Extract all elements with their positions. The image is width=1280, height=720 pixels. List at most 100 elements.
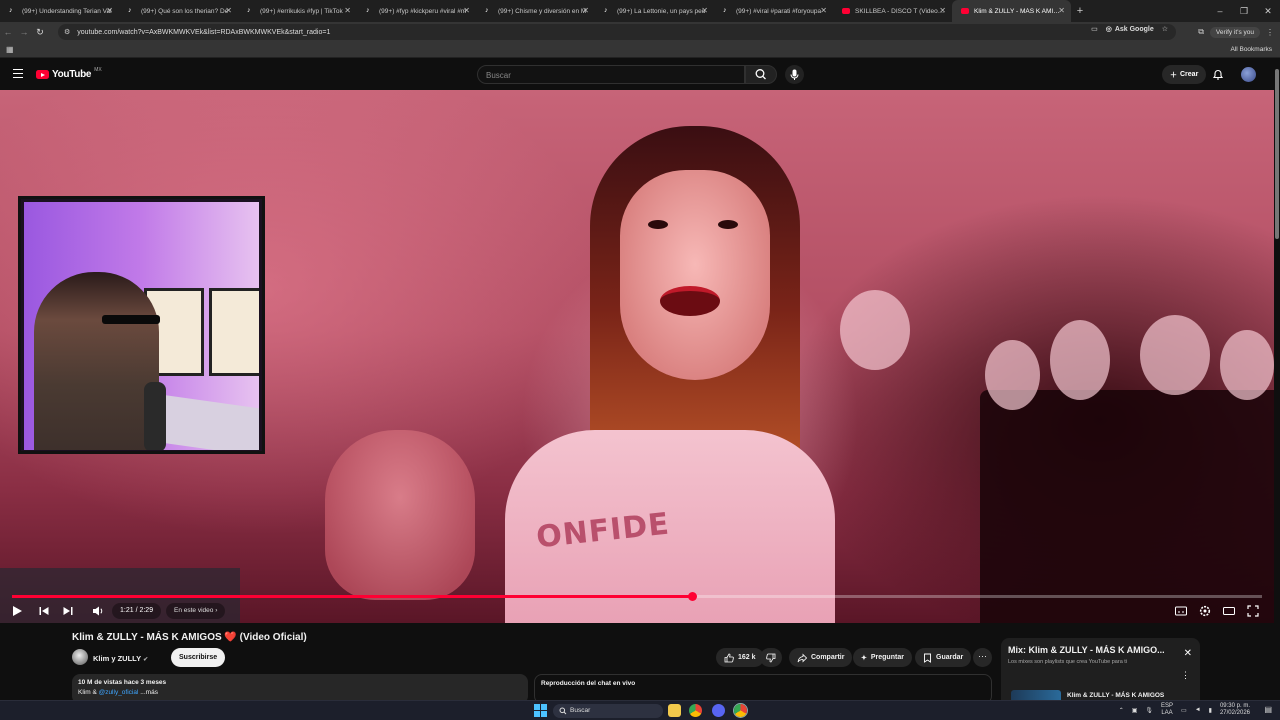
browser-tab[interactable]: Klim & ZULLY - MÁS K AMIGOS ✕ <box>952 0 1071 22</box>
reload-icon[interactable]: ↻ <box>32 27 48 38</box>
browser-tab[interactable]: ♪ (99+) #viral #parati #foryoupa ✕ <box>714 0 833 22</box>
next-icon[interactable] <box>61 604 75 618</box>
browser-tab[interactable]: ♪ (99+) Understanding Terian Val ✕ <box>0 0 119 22</box>
play-icon[interactable] <box>10 604 24 618</box>
bookmark-icon <box>924 653 931 663</box>
menu-kebab-icon[interactable]: ⋮ <box>1266 28 1274 37</box>
chapter-button[interactable]: En este video › <box>166 603 226 619</box>
tab-close-icon[interactable]: ✕ <box>463 6 470 15</box>
discord-icon[interactable] <box>712 704 725 717</box>
browser-tab[interactable]: SKILLBEA - DISCO T (Video Ofi ✕ <box>833 0 952 22</box>
browser-tab[interactable]: ♪ (99+) Chisme y diversión en M ✕ <box>476 0 595 22</box>
tab-close-icon[interactable]: ✕ <box>820 6 827 15</box>
tiktok-favicon-icon: ♪ <box>604 7 608 14</box>
settings-gear-icon[interactable] <box>1198 604 1212 618</box>
microphone-icon[interactable]: 🎙 <box>1145 707 1153 714</box>
tab-close-icon[interactable]: ✕ <box>582 6 589 15</box>
account-avatar[interactable] <box>1241 67 1256 82</box>
show-more-link[interactable]: ...más <box>140 689 158 696</box>
view-stats: 10 M de vistas hace 3 meses <box>78 679 167 686</box>
file-explorer-icon[interactable] <box>668 704 681 717</box>
clock[interactable]: 09:30 p. m. 27/02/2026 <box>1220 703 1250 717</box>
back-icon[interactable]: ← <box>0 27 16 37</box>
browser-tab[interactable]: ♪ (99+) #fyp #kickperu #viral #m ✕ <box>357 0 476 22</box>
studio-microphone <box>144 382 166 450</box>
browser-tab[interactable]: ♪ (99+) Qué son los therian? De ✕ <box>119 0 238 22</box>
tab-close-icon[interactable]: ✕ <box>106 6 113 15</box>
new-tab-icon[interactable]: + <box>1071 5 1089 17</box>
previous-icon[interactable] <box>37 604 51 618</box>
maximize-icon[interactable]: ❐ <box>1232 0 1256 22</box>
search-button[interactable] <box>745 65 777 84</box>
voice-search-button[interactable] <box>785 65 804 84</box>
chevron-up-icon[interactable]: ⌃ <box>1119 707 1124 714</box>
address-bar[interactable]: ⚙ youtube.com/watch?v=AxBWKMWKVEk&list=R… <box>58 24 1176 40</box>
share-label: Compartir <box>811 654 845 661</box>
tab-close-icon[interactable]: ✕ <box>225 6 232 15</box>
chrome-profile-icon[interactable] <box>734 704 747 717</box>
browser-tab[interactable]: ♪ (99+) La Lettonie, un pays peu ✕ <box>595 0 714 22</box>
input-language[interactable]: ESP LAA <box>1161 703 1173 717</box>
system-tray: ⌃ ▣ 🎙 ESP LAA ▭ ◄ ▮ 09:30 p. m. 27/02/2026 <box>1119 703 1250 717</box>
taskbar-search[interactable]: Buscar <box>553 704 663 718</box>
theater-mode-icon[interactable] <box>1222 604 1236 618</box>
notifications-bell-icon[interactable] <box>1212 68 1224 81</box>
close-window-icon[interactable]: ✕ <box>1256 0 1280 22</box>
video-player[interactable]: ONFIDE 1:21 / 2:29 En este video › <box>0 90 1274 623</box>
create-button[interactable]: ＋ Crear <box>1162 65 1207 84</box>
ask-google-button[interactable]: ◎ Ask Google <box>1106 25 1154 34</box>
fullscreen-icon[interactable] <box>1246 604 1260 618</box>
forward-icon[interactable]: → <box>16 27 32 37</box>
subtitles-icon[interactable] <box>1174 604 1188 618</box>
ask-button[interactable]: ✦ Preguntar <box>853 648 912 667</box>
battery-icon[interactable]: ▮ <box>1209 707 1212 714</box>
browser-tab[interactable]: ♪ (99+) #errikukis #fyp | TikTok ✕ <box>238 0 357 22</box>
video-subject-mouth <box>660 286 720 316</box>
dislike-button[interactable] <box>760 648 782 667</box>
mix-title[interactable]: Mix: Klim & ZULLY - MÁS K AMIGO... <box>1008 645 1180 655</box>
like-button[interactable]: 162 k <box>716 648 764 667</box>
extensions-icon[interactable]: ⧉ <box>1198 27 1204 37</box>
chrome-icon[interactable] <box>689 704 702 717</box>
more-actions-button[interactable]: ··· <box>973 648 992 667</box>
channel-name[interactable]: Klim y ZULLY ✔ <box>93 654 148 663</box>
tab-close-icon[interactable]: ✕ <box>939 6 946 15</box>
close-icon[interactable]: ✕ <box>1184 648 1192 659</box>
tiktok-favicon-icon: ♪ <box>128 7 132 14</box>
save-button[interactable]: Guardar <box>915 648 972 667</box>
ask-label: Preguntar <box>870 654 904 661</box>
subscribe-button[interactable]: Suscribirse <box>171 648 226 667</box>
minimize-icon[interactable]: – <box>1208 0 1232 22</box>
speaker-icon[interactable]: ◄ <box>1195 707 1201 713</box>
windows-start-icon[interactable] <box>534 704 547 717</box>
verify-button[interactable]: Verify it's you <box>1209 26 1260 38</box>
share-button[interactable]: Compartir <box>789 648 853 667</box>
network-icon[interactable]: ▭ <box>1181 707 1187 714</box>
notification-icon[interactable]: ▤ <box>1264 705 1272 714</box>
all-bookmarks-folder[interactable]: All Bookmarks <box>1230 46 1272 53</box>
mention-link[interactable]: @zully_oficial <box>99 689 139 696</box>
page-scrollbar[interactable] <box>1274 59 1280 700</box>
menu-icon[interactable] <box>13 69 23 81</box>
cast-icon[interactable]: ▭ <box>1091 25 1098 33</box>
save-label: Guardar <box>936 654 964 661</box>
channel-avatar[interactable] <box>72 649 88 665</box>
site-info-icon[interactable]: ⚙ <box>64 28 70 36</box>
video-subject-eye <box>718 220 738 229</box>
progress-bar[interactable] <box>12 592 1262 601</box>
mix-menu-icon[interactable]: ⋮ <box>1181 670 1190 681</box>
volume-icon[interactable] <box>91 604 105 618</box>
bookmark-star-icon[interactable]: ☆ <box>1162 25 1168 33</box>
youtube-logo[interactable]: YouTube MX <box>36 67 102 80</box>
browser-tab-title: (99+) Qué son los therian? De <box>141 7 229 15</box>
mix-item-title[interactable]: Klim & ZULLY - MÁS K AMIGOS <box>1067 692 1164 699</box>
video-subject-hand <box>325 430 475 600</box>
scrollbar-thumb[interactable] <box>1275 69 1279 239</box>
apps-grid-icon[interactable]: ▦ <box>6 45 14 54</box>
tab-close-icon[interactable]: ✕ <box>1058 6 1065 15</box>
streamer-webcam-overlay <box>18 196 265 454</box>
search-input[interactable]: Buscar <box>477 65 745 84</box>
tray-app-icon[interactable]: ▣ <box>1132 707 1138 714</box>
tab-close-icon[interactable]: ✕ <box>344 6 351 15</box>
tab-close-icon[interactable]: ✕ <box>701 6 708 15</box>
